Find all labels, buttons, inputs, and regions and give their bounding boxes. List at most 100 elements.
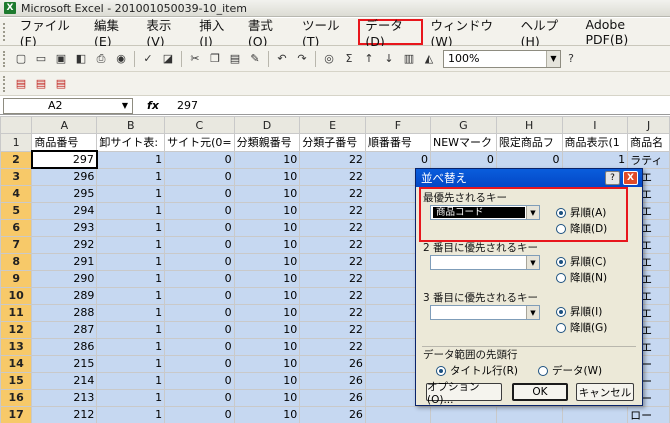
- grid-cell[interactable]: 10: [233, 303, 301, 322]
- data-row-radio[interactable]: データ(W): [538, 363, 602, 378]
- key2-desc-radio[interactable]: 降順(N): [556, 270, 607, 285]
- chart-wizard-icon[interactable]: ▥: [400, 50, 418, 68]
- grid-cell[interactable]: 10: [233, 286, 301, 305]
- grid-cell[interactable]: 1: [96, 303, 166, 322]
- grid-cell[interactable]: 10: [233, 167, 301, 186]
- header-row-radio[interactable]: タイトル行(R): [436, 363, 518, 378]
- row-header[interactable]: 17: [0, 405, 33, 423]
- column-header-d[interactable]: D: [233, 116, 301, 134]
- key3-asc-radio[interactable]: 昇順(I): [556, 304, 602, 319]
- grid-cell[interactable]: 1: [96, 184, 166, 203]
- row-header[interactable]: 2: [0, 150, 33, 169]
- row-header[interactable]: 8: [0, 252, 33, 271]
- grid-cell[interactable]: 26: [299, 405, 366, 423]
- grid-cell[interactable]: 1: [561, 150, 629, 169]
- row-header[interactable]: 4: [0, 184, 33, 203]
- header-cell[interactable]: 順番番号: [364, 133, 431, 152]
- menu-view[interactable]: 表示(V): [139, 18, 192, 49]
- undo-icon[interactable]: ↶: [273, 50, 291, 68]
- close-button[interactable]: X: [623, 171, 638, 185]
- grid-cell[interactable]: ラティ: [627, 150, 670, 169]
- grid-cell[interactable]: 1: [96, 252, 166, 271]
- dialog-title-bar[interactable]: 並べ替え ? X: [416, 169, 642, 187]
- grid-cell[interactable]: 10: [233, 405, 301, 423]
- grid-cell[interactable]: 291: [31, 252, 98, 271]
- grid-cell[interactable]: 0: [164, 303, 235, 322]
- grid-cell[interactable]: 10: [233, 235, 301, 254]
- grid-cell[interactable]: 215: [31, 354, 98, 373]
- row-header[interactable]: 1: [0, 133, 33, 152]
- grid-cell[interactable]: 1: [96, 269, 166, 288]
- header-cell[interactable]: 分類子番号: [299, 133, 366, 152]
- key3-desc-radio[interactable]: 降順(G): [556, 320, 607, 335]
- grid-cell[interactable]: 289: [31, 286, 98, 305]
- help-icon[interactable]: ?: [562, 50, 580, 68]
- grid-cell[interactable]: 295: [31, 184, 98, 203]
- sort-descending-icon[interactable]: ↓: [380, 50, 398, 68]
- header-cell[interactable]: 商品表示(1: [561, 133, 629, 152]
- row-header[interactable]: 11: [0, 303, 33, 322]
- help-button[interactable]: ?: [605, 171, 620, 185]
- menu-insert[interactable]: 挿入(I): [192, 18, 241, 49]
- row-header[interactable]: 7: [0, 235, 33, 254]
- grid-cell[interactable]: 10: [233, 269, 301, 288]
- grid-cell[interactable]: 22: [299, 235, 366, 254]
- format-painter-icon[interactable]: ✎: [246, 50, 264, 68]
- grid-cell[interactable]: 213: [31, 388, 98, 407]
- options-button[interactable]: オプション(O)...: [426, 381, 502, 406]
- grid-cell[interactable]: 293: [31, 218, 98, 237]
- convert-pdf-icon[interactable]: ▤: [12, 75, 30, 93]
- grid-cell[interactable]: 10: [233, 354, 301, 373]
- column-header-i[interactable]: I: [561, 116, 629, 134]
- insert-function-icon[interactable]: fx: [141, 99, 165, 112]
- grid-cell[interactable]: 0: [164, 354, 235, 373]
- name-box[interactable]: A2 ▼: [3, 97, 133, 114]
- copy-icon[interactable]: ❐: [206, 50, 224, 68]
- grid-cell[interactable]: 10: [233, 201, 301, 220]
- research-icon[interactable]: ◪: [159, 50, 177, 68]
- grid-cell[interactable]: 1: [96, 167, 166, 186]
- grid-cell[interactable]: 22: [299, 252, 366, 271]
- grid-cell[interactable]: [429, 405, 497, 423]
- row-header[interactable]: 9: [0, 269, 33, 288]
- grid-cell[interactable]: 0: [164, 269, 235, 288]
- grid-cell[interactable]: 1: [96, 235, 166, 254]
- grid-cell[interactable]: 1: [96, 405, 166, 423]
- grid-cell[interactable]: 10: [233, 320, 301, 339]
- grid-cell[interactable]: ロー: [627, 405, 670, 423]
- chevron-down-icon[interactable]: ▼: [526, 306, 539, 319]
- grid-cell[interactable]: [561, 405, 629, 423]
- menu-tools[interactable]: ツール(T): [295, 18, 358, 49]
- row-header[interactable]: 10: [0, 286, 33, 305]
- column-header-b[interactable]: B: [96, 116, 166, 134]
- row-header[interactable]: 5: [0, 201, 33, 220]
- grid-cell[interactable]: 0: [164, 184, 235, 203]
- grid-cell[interactable]: 0: [164, 371, 235, 390]
- grid-cell[interactable]: 1: [96, 218, 166, 237]
- ok-button[interactable]: OK: [512, 383, 568, 401]
- menu-adobe-pdf[interactable]: Adobe PDF(B): [579, 17, 670, 47]
- header-cell[interactable]: NEWマーク: [429, 133, 497, 152]
- cancel-button[interactable]: キャンセル: [576, 383, 634, 401]
- chevron-down-icon[interactable]: ▼: [546, 50, 560, 67]
- grid-cell[interactable]: 0: [164, 150, 235, 169]
- pdf-email-icon[interactable]: ▤: [32, 75, 50, 93]
- grid-cell[interactable]: 10: [233, 371, 301, 390]
- grid-cell[interactable]: 1: [96, 337, 166, 356]
- grid-cell[interactable]: 214: [31, 371, 98, 390]
- header-cell[interactable]: 限定商品フ: [495, 133, 563, 152]
- grid-cell[interactable]: 22: [299, 167, 366, 186]
- grid-cell[interactable]: 10: [233, 150, 301, 169]
- chevron-down-icon[interactable]: ▼: [118, 101, 132, 110]
- column-header-j[interactable]: J: [627, 116, 670, 134]
- header-cell[interactable]: サイト元(0=: [164, 133, 235, 152]
- grid-cell[interactable]: 1: [96, 150, 166, 169]
- grid-cell[interactable]: 0: [495, 150, 563, 169]
- grid-cell[interactable]: [495, 405, 563, 423]
- menu-help[interactable]: ヘルプ(H): [514, 18, 579, 49]
- grid-cell[interactable]: 22: [299, 337, 366, 356]
- print-icon[interactable]: ⎙: [92, 50, 110, 68]
- grid-cell[interactable]: 290: [31, 269, 98, 288]
- grid-cell[interactable]: 0: [164, 388, 235, 407]
- key2-asc-radio[interactable]: 昇順(C): [556, 254, 607, 269]
